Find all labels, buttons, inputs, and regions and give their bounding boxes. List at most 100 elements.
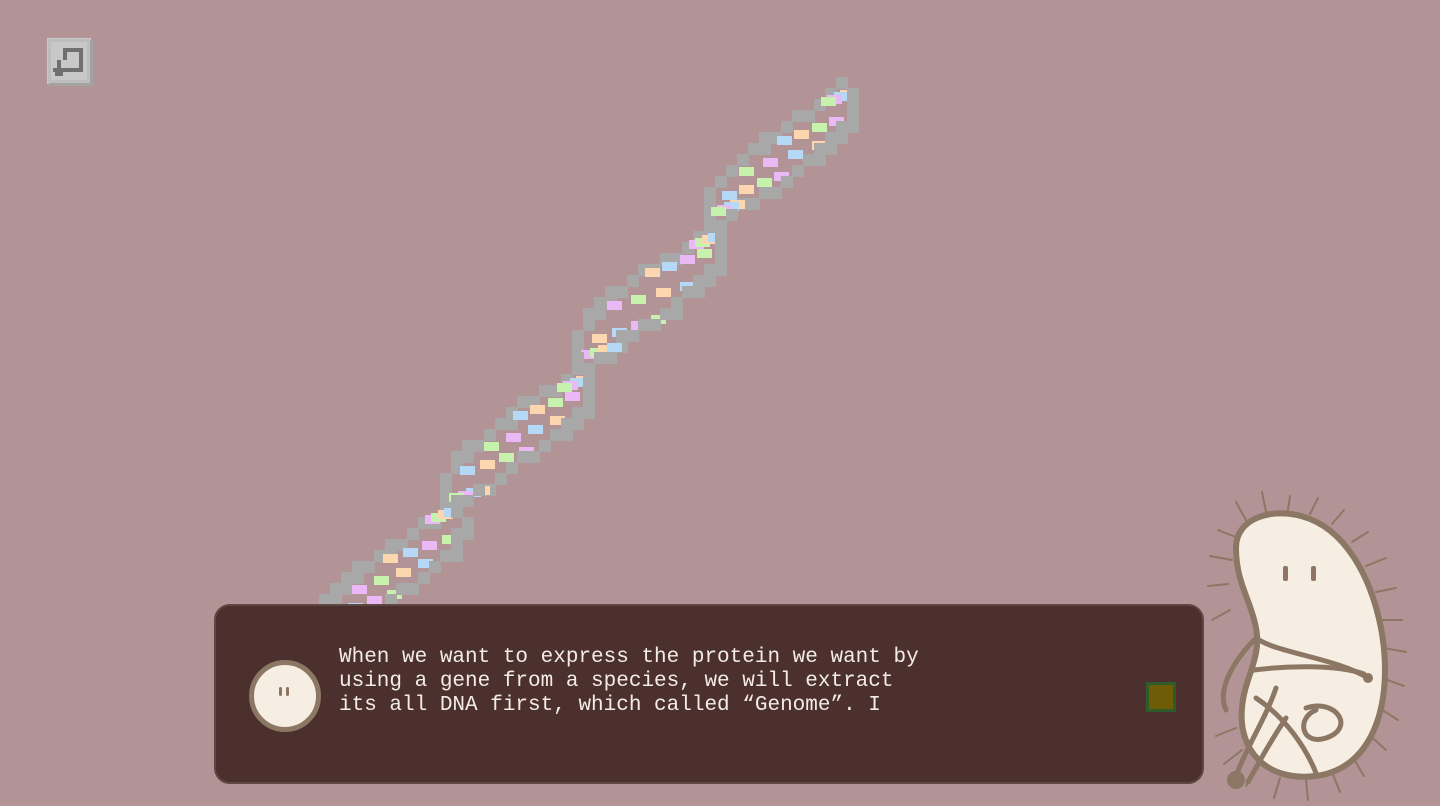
dna-backbone-pixel	[451, 550, 463, 562]
dna-backbone-pixel	[814, 154, 826, 166]
avatar-left-eye	[279, 687, 282, 696]
dna-backbone-pixel	[726, 209, 738, 221]
dna-backbone-pixel	[407, 528, 419, 540]
dna-base-pixel	[548, 398, 563, 407]
dna-backbone-pixel	[583, 407, 595, 419]
dialog-box[interactable]: When we want to express the protein we w…	[214, 604, 1204, 784]
dna-base-pixel	[403, 548, 418, 557]
dna-backbone-pixel	[594, 297, 606, 309]
dna-base-pixel	[352, 585, 367, 594]
dna-backbone-pixel	[759, 143, 771, 155]
dna-backbone-pixel	[451, 451, 463, 463]
dna-base-pixel	[697, 249, 712, 258]
dialog-text: When we want to express the protein we w…	[339, 646, 919, 717]
dna-base-pixel	[794, 130, 809, 139]
dna-backbone-pixel	[737, 154, 749, 166]
bacterium-mascot	[1207, 491, 1407, 801]
dna-backbone-pixel	[616, 286, 628, 298]
dna-backbone-pixel	[605, 286, 617, 298]
dna-base-pixel	[506, 433, 521, 442]
dna-backbone-pixel	[671, 308, 683, 320]
dna-backbone-pixel	[363, 561, 375, 573]
dna-backbone-pixel	[781, 176, 793, 188]
mascot-right-eye	[1311, 566, 1316, 581]
dna-backbone-pixel	[704, 275, 716, 287]
dna-base-pixel	[788, 150, 803, 159]
dna-base-pixel	[383, 554, 398, 563]
dna-backbone-pixel	[726, 165, 738, 177]
dna-backbone-pixel	[550, 429, 562, 441]
dna-backbone-pixel	[462, 517, 474, 529]
dna-backbone-pixel	[704, 187, 716, 199]
dna-backbone-pixel	[539, 385, 551, 397]
dna-base-pixel	[592, 334, 607, 343]
dna-backbone-pixel	[451, 506, 463, 518]
dna-base-pixel	[513, 411, 528, 420]
dna-backbone-pixel	[770, 187, 782, 199]
dna-backbone-pixel	[638, 319, 650, 331]
dna-backbone-pixel	[561, 418, 573, 430]
dna-backbone-pixel	[836, 132, 848, 144]
back-button[interactable]	[47, 38, 93, 86]
dna-backbone-pixel	[715, 231, 727, 243]
dna-base-pixel	[662, 262, 677, 271]
dna-backbone-pixel	[517, 451, 529, 463]
dna-backbone-pixel	[341, 572, 353, 584]
dna-backbone-pixel	[847, 88, 859, 100]
dna-backbone-pixel	[847, 110, 859, 122]
dna-backbone-pixel	[572, 330, 584, 342]
dna-backbone-pixel	[539, 440, 551, 452]
dna-base-pixel	[484, 442, 499, 451]
dna-base-pixel	[499, 453, 514, 462]
dna-backbone-pixel	[715, 220, 727, 232]
dna-base-pixel	[645, 268, 660, 277]
dna-backbone-pixel	[473, 484, 485, 496]
dna-backbone-pixel	[660, 308, 672, 320]
dna-base-pixel	[763, 158, 778, 167]
dna-backbone-pixel	[429, 561, 441, 573]
mascot-hand	[1363, 673, 1373, 683]
dna-base-pixel	[374, 576, 389, 585]
dna-backbone-pixel	[572, 407, 584, 419]
dna-backbone-pixel	[495, 418, 507, 430]
dna-backbone-pixel	[649, 319, 661, 331]
back-arrow-icon	[47, 38, 93, 86]
dna-backbone-pixel	[803, 154, 815, 166]
dna-base-pixel	[739, 167, 754, 176]
dna-backbone-pixel	[605, 352, 617, 364]
dna-backbone-pixel	[561, 429, 573, 441]
dna-backbone-pixel	[803, 110, 815, 122]
dna-backbone-pixel	[748, 143, 760, 155]
dna-backbone-pixel	[506, 462, 518, 474]
mascot-left-eye	[1283, 566, 1288, 581]
dna-backbone-pixel	[583, 319, 595, 331]
dna-backbone-pixel	[847, 99, 859, 111]
dna-backbone-pixel	[814, 143, 826, 155]
dna-base-pixel	[480, 460, 495, 469]
dna-backbone-pixel	[594, 308, 606, 320]
mascot-left-foot	[1227, 771, 1245, 789]
dna-backbone-pixel	[462, 451, 474, 463]
dna-base-pixel	[722, 191, 737, 200]
dna-backbone-pixel	[836, 77, 848, 89]
dna-backbone-pixel	[693, 286, 705, 298]
dna-base-pixel	[757, 178, 772, 187]
dna-backbone-pixel	[704, 264, 716, 276]
continue-button[interactable]	[1146, 682, 1176, 712]
dna-backbone-pixel	[682, 286, 694, 298]
dna-backbone-pixel	[484, 429, 496, 441]
dna-backbone-pixel	[616, 330, 628, 342]
dna-backbone-pixel	[440, 550, 452, 562]
dna-backbone-pixel	[528, 451, 540, 463]
dna-backbone-pixel	[352, 561, 364, 573]
dna-backbone-pixel	[462, 440, 474, 452]
dna-base-pixel	[812, 123, 827, 132]
dna-backbone-pixel	[627, 275, 639, 287]
dna-base-pixel	[656, 288, 671, 297]
dna-backbone-pixel	[715, 264, 727, 276]
dna-backbone-pixel	[473, 440, 485, 452]
dna-backbone-pixel	[671, 297, 683, 309]
dna-backbone-pixel	[583, 308, 595, 320]
dna-backbone-pixel	[825, 132, 837, 144]
dna-backbone-pixel	[715, 242, 727, 254]
